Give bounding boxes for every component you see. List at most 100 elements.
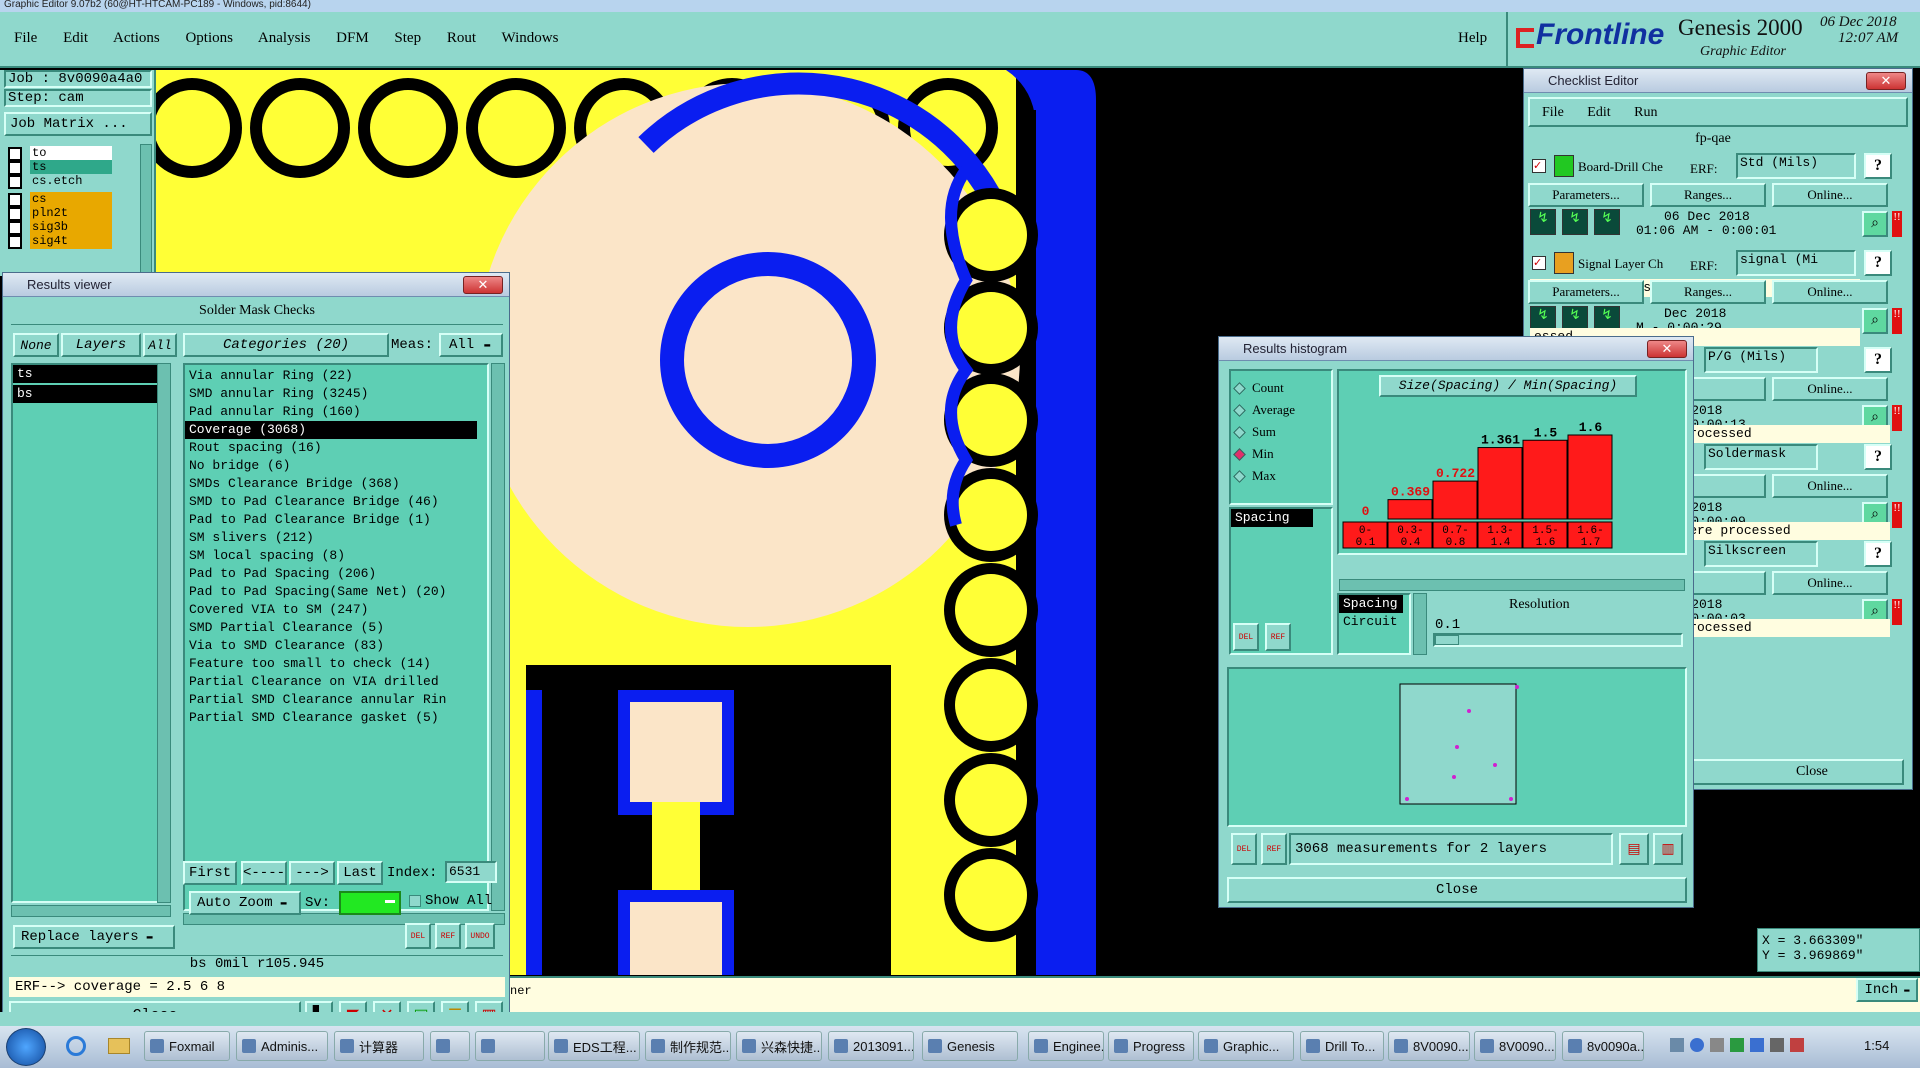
layers-none-button[interactable]: None — [13, 333, 59, 357]
sv-color-select[interactable]: ▬ — [339, 891, 401, 915]
check-name[interactable]: Signal Layer Ch — [1578, 256, 1678, 272]
layer-row-pln2t[interactable]: pln2t — [8, 206, 112, 221]
replace-layers-select[interactable]: Replace layers ▬ — [13, 925, 175, 949]
menu-help[interactable]: Help — [1458, 30, 1487, 47]
zoom-chart-icon[interactable]: ▤ — [1619, 833, 1649, 865]
layer-checkbox[interactable] — [8, 206, 22, 221]
menu-edit[interactable]: Edit — [63, 30, 88, 46]
layer-row-cs[interactable]: cs — [8, 192, 112, 207]
category-item[interactable]: Via annular Ring (22) — [185, 367, 487, 385]
menu-actions[interactable]: Actions — [113, 30, 160, 46]
menu-file[interactable]: File — [14, 30, 37, 46]
erf-value[interactable]: signal (Mi — [1736, 250, 1856, 276]
histogram-bar[interactable] — [1477, 447, 1523, 520]
layer-name[interactable]: to — [30, 146, 112, 161]
radio-diamond-icon[interactable] — [1233, 469, 1246, 483]
category-item[interactable]: SMDs Clearance Bridge (368) — [185, 475, 487, 493]
taskbar-item[interactable] — [430, 1031, 470, 1061]
category-item[interactable]: Partial SMD Clearance gasket (5) — [185, 709, 487, 727]
online-button[interactable]: Online... — [1772, 280, 1888, 304]
auto-zoom-select[interactable]: Auto Zoom ▬ — [189, 891, 301, 915]
result-layer-list[interactable]: ts bs — [11, 363, 171, 903]
measure-item-spacing[interactable]: Spacing — [1231, 509, 1313, 527]
category-item[interactable]: Covered VIA to SM (247) — [185, 601, 487, 619]
erf-value[interactable]: P/G (Mils) — [1704, 347, 1818, 373]
units-select[interactable]: Inch ▬ — [1856, 978, 1918, 1002]
layer-name[interactable]: cs — [30, 192, 112, 207]
checklist-titlebar[interactable]: Checklist Editor — [1524, 69, 1912, 93]
layer-checkbox[interactable] — [8, 160, 22, 175]
resolution-slider[interactable] — [1433, 633, 1683, 647]
layer-name[interactable]: ts — [30, 160, 112, 175]
tray-flag-icon[interactable] — [1730, 1038, 1744, 1052]
histogram-bar[interactable] — [1387, 499, 1433, 520]
taskbar-item[interactable]: 2013091... — [828, 1031, 914, 1061]
resolution-slider-thumb[interactable] — [1435, 635, 1459, 645]
attr-list[interactable]: Spacing Circuit — [1337, 593, 1411, 655]
radio-diamond-icon[interactable] — [1233, 381, 1246, 395]
category-item[interactable]: SM local spacing (8) — [185, 547, 487, 565]
meas-select[interactable]: All ▬ — [439, 333, 503, 357]
layer-checkbox[interactable] — [8, 234, 22, 249]
tray-arrow-icon[interactable] — [1710, 1038, 1724, 1052]
menu-windows[interactable]: Windows — [502, 30, 559, 46]
attr-item-spacing[interactable]: Spacing — [1339, 595, 1403, 613]
index-input[interactable]: 6531 — [445, 861, 497, 883]
view-results-icon[interactable]: ⌕ — [1862, 211, 1888, 237]
result-layer-bs[interactable]: bs — [13, 385, 159, 403]
layer-row-cs-etch[interactable]: cs.etch — [8, 174, 112, 189]
attr-list-vscroll[interactable] — [1413, 593, 1427, 655]
layer-list-vscroll[interactable] — [157, 363, 171, 903]
layer-checkbox[interactable] — [8, 174, 22, 189]
radio-diamond-icon[interactable] — [1233, 403, 1246, 417]
folder-icon[interactable] — [108, 1038, 130, 1054]
nav-prev-button[interactable]: <---- — [241, 861, 287, 885]
layer-name[interactable]: sig3b — [30, 220, 112, 235]
erf-value[interactable]: Silkscreen — [1704, 541, 1818, 567]
result-layer-ts[interactable]: ts — [13, 365, 159, 383]
ranges-button[interactable]: Ranges... — [1650, 183, 1766, 207]
histogram-bar[interactable] — [1432, 480, 1478, 520]
erf-value[interactable]: Soldermask — [1704, 444, 1818, 470]
results-viewer-close-icon[interactable]: ✕ — [463, 276, 503, 294]
menu-rout[interactable]: Rout — [447, 30, 476, 46]
nav-first-button[interactable]: First — [183, 861, 237, 885]
stat-option-min[interactable]: Min — [1231, 443, 1331, 465]
scatter-ref-icon[interactable]: REF — [1261, 833, 1287, 865]
radio-diamond-icon[interactable] — [1233, 425, 1246, 439]
category-item[interactable]: Pad to Pad Spacing (206) — [185, 565, 487, 583]
taskbar-item[interactable] — [475, 1031, 545, 1061]
run-icon[interactable]: ↯ — [1594, 209, 1620, 235]
layer-row-sig3b[interactable]: sig3b — [8, 220, 112, 235]
check-enable-checkbox[interactable]: ✓ — [1532, 159, 1546, 173]
category-item[interactable]: SMD to Pad Clearance Bridge (46) — [185, 493, 487, 511]
category-item[interactable]: Feature too small to check (14) — [185, 655, 487, 673]
histogram-bar[interactable] — [1522, 439, 1568, 520]
tray-help-icon[interactable] — [1690, 1038, 1704, 1052]
ranges-button[interactable]: Ranges... — [1650, 280, 1766, 304]
show-all-checkbox[interactable] — [409, 895, 421, 907]
stat-option-average[interactable]: Average — [1231, 399, 1331, 421]
ie-icon[interactable] — [66, 1036, 86, 1056]
taskbar-item[interactable]: Enginee... — [1028, 1031, 1104, 1061]
layer-name[interactable]: pln2t — [30, 206, 112, 221]
category-item[interactable]: Pad annular Ring (160) — [185, 403, 487, 421]
results-viewer-titlebar[interactable]: Results viewer — [3, 273, 509, 297]
job-matrix-button[interactable]: Job Matrix ... — [4, 112, 152, 136]
layer-checkbox[interactable] — [8, 146, 22, 161]
taskbar-item[interactable]: 8V0090... — [1388, 1031, 1470, 1061]
histogram-close-icon[interactable]: ✕ — [1647, 340, 1687, 358]
histogram-hscroll[interactable] — [1339, 579, 1685, 591]
stat-option-count[interactable]: Count — [1231, 377, 1331, 399]
stat-option-max[interactable]: Max — [1231, 465, 1331, 487]
category-list-vscroll[interactable] — [491, 363, 505, 911]
layer-row-sig4t[interactable]: sig4t — [8, 234, 112, 249]
category-item[interactable]: Partial SMD Clearance annular Rin — [185, 691, 487, 709]
menu-step[interactable]: Step — [394, 30, 421, 46]
tray-network-icon[interactable] — [1750, 1038, 1764, 1052]
layers-all-button[interactable]: All — [143, 333, 177, 357]
run-icon[interactable]: ↯ — [1562, 209, 1588, 235]
layers-button[interactable]: Layers — [61, 333, 141, 357]
category-item[interactable]: No bridge (6) — [185, 457, 487, 475]
category-item[interactable]: SM slivers (212) — [185, 529, 487, 547]
